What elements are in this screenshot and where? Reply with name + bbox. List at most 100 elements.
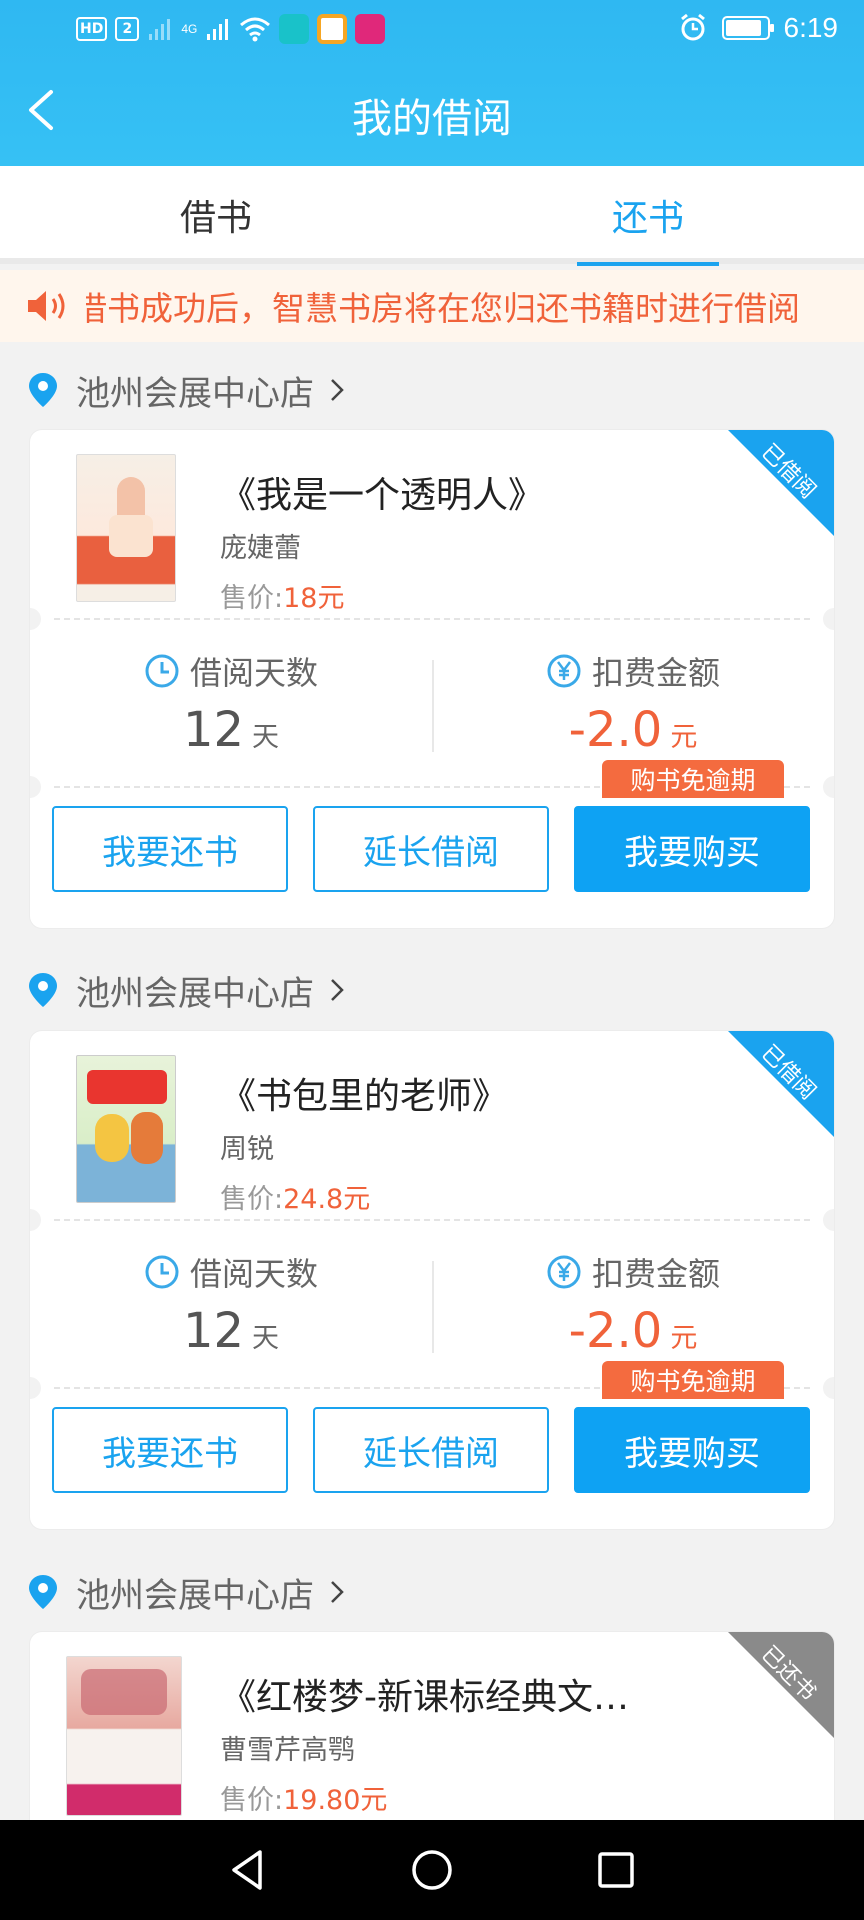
tab-borrow[interactable]: 借书 bbox=[0, 166, 432, 264]
borrow-days-stat: 借阅天数 12 天 bbox=[30, 620, 432, 770]
ticket-notch bbox=[823, 1377, 834, 1399]
borrow-card: 《我是一个透明人》 庞婕蕾 售价:18元 已借阅 借阅天数 12 天 扣费金额 bbox=[30, 430, 834, 928]
ticket-notch bbox=[30, 1377, 41, 1399]
store-name: 池州会展中心店 bbox=[76, 973, 314, 1014]
fee-value: -2.0 bbox=[568, 1303, 663, 1359]
borrow-days-unit: 天 bbox=[252, 1323, 280, 1354]
app-header: HD 2 4G 6:19 我的借阅 bbox=[0, 0, 864, 166]
book-title: 《我是一个透明人》 bbox=[220, 475, 545, 516]
return-book-button[interactable]: 我要还书 bbox=[52, 806, 288, 892]
alarm-icon bbox=[680, 13, 705, 41]
yen-icon bbox=[547, 654, 581, 688]
price-value: 18元 bbox=[283, 583, 345, 614]
yen-icon bbox=[547, 1255, 581, 1289]
notice-text: 借书成功后，智慧书房将在您归还书籍时进行借阅 bbox=[74, 289, 800, 328]
borrow-days-value: 12 bbox=[182, 702, 245, 758]
active-tab-indicator bbox=[577, 262, 719, 266]
store-name: 池州会展中心店 bbox=[76, 1575, 314, 1616]
price-label: 售价: bbox=[220, 583, 284, 614]
home-circle-icon[interactable] bbox=[408, 1846, 456, 1894]
action-row: 我要还书 延长借阅 我要购买 bbox=[30, 806, 834, 892]
book-title: 《书包里的老师》 bbox=[220, 1076, 509, 1117]
title-bar: 我的借阅 bbox=[0, 62, 864, 166]
chevron-right-icon bbox=[331, 1581, 344, 1603]
status-corner-badge: 已借阅 bbox=[728, 430, 834, 536]
book-author: 周锐 bbox=[220, 1134, 274, 1165]
borrow-card: 《书包里的老师》 周锐 售价:24.8元 已借阅 借阅天数 12 天 扣费金额 bbox=[30, 1031, 834, 1529]
action-row: 我要还书 延长借阅 我要购买 bbox=[30, 1407, 834, 1493]
borrow-days-label: 借阅天数 bbox=[189, 654, 318, 692]
network-type: 4G bbox=[181, 22, 198, 36]
store-header[interactable]: 池州会展中心店 bbox=[28, 1562, 344, 1622]
extend-borrow-button[interactable]: 延长借阅 bbox=[313, 806, 549, 892]
book-price: 售价:18元 bbox=[220, 576, 344, 615]
book-title: 《红楼梦-新课标经典文… bbox=[220, 1677, 629, 1718]
book-author: 庞婕蕾 bbox=[220, 533, 301, 564]
promo-tag: 购书免逾期 bbox=[602, 760, 784, 798]
fee-stat: 扣费金额 -2.0 元 bbox=[432, 1221, 834, 1371]
book-cover[interactable] bbox=[66, 1656, 182, 1816]
status-bar: HD 2 4G 6:19 bbox=[0, 0, 864, 62]
status-corner-badge: 已还书 bbox=[728, 1632, 834, 1738]
fee-stat: 扣费金额 -2.0 元 bbox=[432, 620, 834, 770]
borrow-days-stat: 借阅天数 12 天 bbox=[30, 1221, 432, 1371]
borrow-days-unit: 天 bbox=[252, 722, 280, 753]
location-pin-icon bbox=[29, 373, 57, 407]
clock-icon bbox=[145, 1255, 179, 1289]
fee-unit: 元 bbox=[670, 1323, 698, 1354]
book-cover[interactable] bbox=[76, 1055, 176, 1203]
system-nav-bar bbox=[0, 1820, 864, 1920]
notice-banner: 借书成功后，智慧书房将在您归还书籍时进行借阅 bbox=[0, 270, 864, 342]
wifi-icon bbox=[240, 17, 271, 42]
price-label: 售价: bbox=[220, 1184, 284, 1215]
book-price: 售价:19.80元 bbox=[220, 1778, 387, 1817]
location-pin-icon bbox=[29, 1575, 57, 1609]
ticket-notch bbox=[823, 776, 834, 798]
app-notification-icon bbox=[317, 14, 348, 44]
price-label: 售价: bbox=[220, 1785, 284, 1816]
sim-badge: 2 bbox=[115, 17, 140, 41]
borrow-days-value: 12 bbox=[182, 1303, 245, 1359]
signal-icon bbox=[207, 19, 229, 40]
status-right: 6:19 bbox=[678, 12, 839, 44]
chevron-right-icon bbox=[331, 379, 344, 401]
location-pin-icon bbox=[29, 973, 57, 1007]
book-cover[interactable] bbox=[76, 454, 176, 602]
app-notification-icon bbox=[279, 14, 310, 44]
status-corner-badge: 已借阅 bbox=[728, 1031, 834, 1137]
clock: 6:19 bbox=[783, 12, 839, 43]
back-triangle-icon[interactable] bbox=[224, 1846, 272, 1894]
borrow-days-label: 借阅天数 bbox=[189, 1255, 318, 1293]
store-header[interactable]: 池州会展中心店 bbox=[28, 360, 344, 420]
return-book-button[interactable]: 我要还书 bbox=[52, 1407, 288, 1493]
borrow-card: 《红楼梦-新课标经典文… 曹雪芹高鹗 售价:19.80元 已还书 bbox=[30, 1632, 834, 1832]
battery-icon bbox=[721, 16, 774, 40]
store-header[interactable]: 池州会展中心店 bbox=[28, 960, 344, 1020]
status-left: HD 2 4G bbox=[76, 14, 386, 44]
chevron-right-icon bbox=[331, 979, 344, 1001]
extend-borrow-button[interactable]: 延长借阅 bbox=[313, 1407, 549, 1493]
stats-row: 借阅天数 12 天 扣费金额 -2.0 元 bbox=[30, 1221, 834, 1371]
stats-row: 借阅天数 12 天 扣费金额 -2.0 元 bbox=[30, 620, 834, 770]
clock-icon bbox=[145, 654, 179, 688]
page-title: 我的借阅 bbox=[352, 96, 512, 142]
app-notification-icon bbox=[355, 14, 386, 44]
fee-unit: 元 bbox=[670, 722, 698, 753]
ticket-notch bbox=[30, 776, 41, 798]
fee-label: 扣费金额 bbox=[591, 654, 720, 692]
price-value: 24.8元 bbox=[283, 1184, 371, 1215]
speaker-icon bbox=[28, 291, 65, 321]
recents-square-icon[interactable] bbox=[592, 1846, 640, 1894]
signal-x-icon bbox=[149, 19, 171, 40]
fee-label: 扣费金额 bbox=[591, 1255, 720, 1293]
buy-book-button[interactable]: 我要购买 bbox=[574, 806, 810, 892]
promo-tag: 购书免逾期 bbox=[602, 1361, 784, 1399]
price-value: 19.80元 bbox=[283, 1785, 388, 1816]
store-name: 池州会展中心店 bbox=[76, 373, 314, 414]
book-price: 售价:24.8元 bbox=[220, 1177, 370, 1216]
tab-bar: 借书 还书 bbox=[0, 166, 864, 266]
hd-badge: HD bbox=[76, 17, 108, 41]
buy-book-button[interactable]: 我要购买 bbox=[574, 1407, 810, 1493]
tab-return[interactable]: 还书 bbox=[432, 166, 864, 264]
fee-value: -2.0 bbox=[568, 702, 663, 758]
